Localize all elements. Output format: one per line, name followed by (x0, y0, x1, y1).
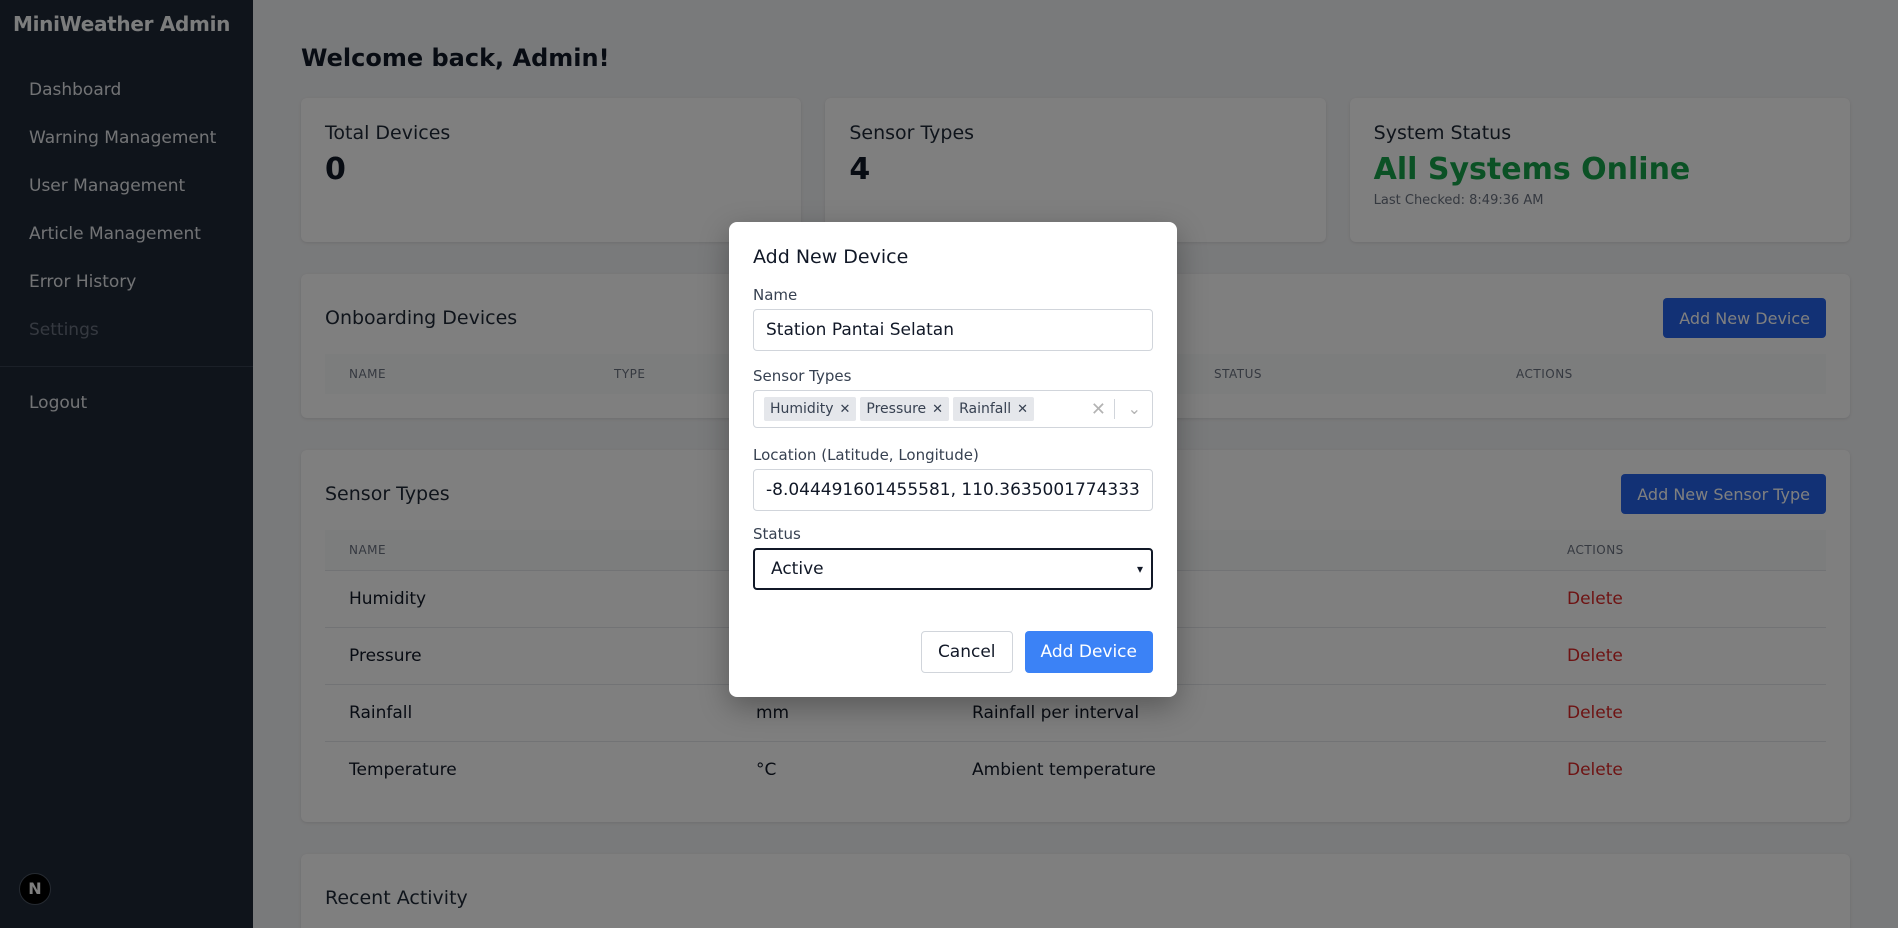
sensor-types-multiselect[interactable]: Humidity ✕ Pressure ✕ Rainfall ✕ ✕ ⌄ (753, 390, 1153, 428)
sensor-chip: Rainfall ✕ (953, 397, 1035, 421)
status-select[interactable]: Active ▾ (753, 548, 1153, 590)
chip-remove-icon[interactable]: ✕ (833, 402, 856, 417)
add-device-button[interactable]: Add Device (1024, 631, 1153, 673)
modal-actions: Cancel Add Device (920, 631, 1153, 673)
chevron-down-icon[interactable]: ⌄ (1128, 399, 1141, 418)
sensor-chip: Pressure ✕ (860, 397, 950, 421)
status-label: Status (753, 525, 801, 543)
name-input[interactable] (753, 309, 1153, 351)
location-input[interactable] (753, 469, 1153, 511)
cancel-button[interactable]: Cancel (920, 631, 1013, 673)
sensor-chip: Humidity ✕ (764, 397, 857, 421)
add-device-modal: Add New Device Name Sensor Types Humidit… (729, 222, 1177, 697)
sensor-types-label: Sensor Types (753, 367, 852, 385)
name-label: Name (753, 286, 798, 304)
indicator-separator (1114, 399, 1115, 419)
clear-icon[interactable]: ✕ (1091, 399, 1106, 420)
sensor-chip-label: Pressure (866, 401, 927, 417)
chip-remove-icon[interactable]: ✕ (1011, 402, 1034, 417)
sensor-chip-label: Rainfall (959, 401, 1012, 417)
status-select-value: Active (771, 559, 824, 579)
chevron-down-icon: ▾ (1136, 562, 1143, 576)
location-label: Location (Latitude, Longitude) (753, 446, 979, 464)
modal-title: Add New Device (753, 246, 909, 268)
chip-remove-icon[interactable]: ✕ (926, 402, 949, 417)
sensor-chip-label: Humidity (770, 401, 834, 417)
